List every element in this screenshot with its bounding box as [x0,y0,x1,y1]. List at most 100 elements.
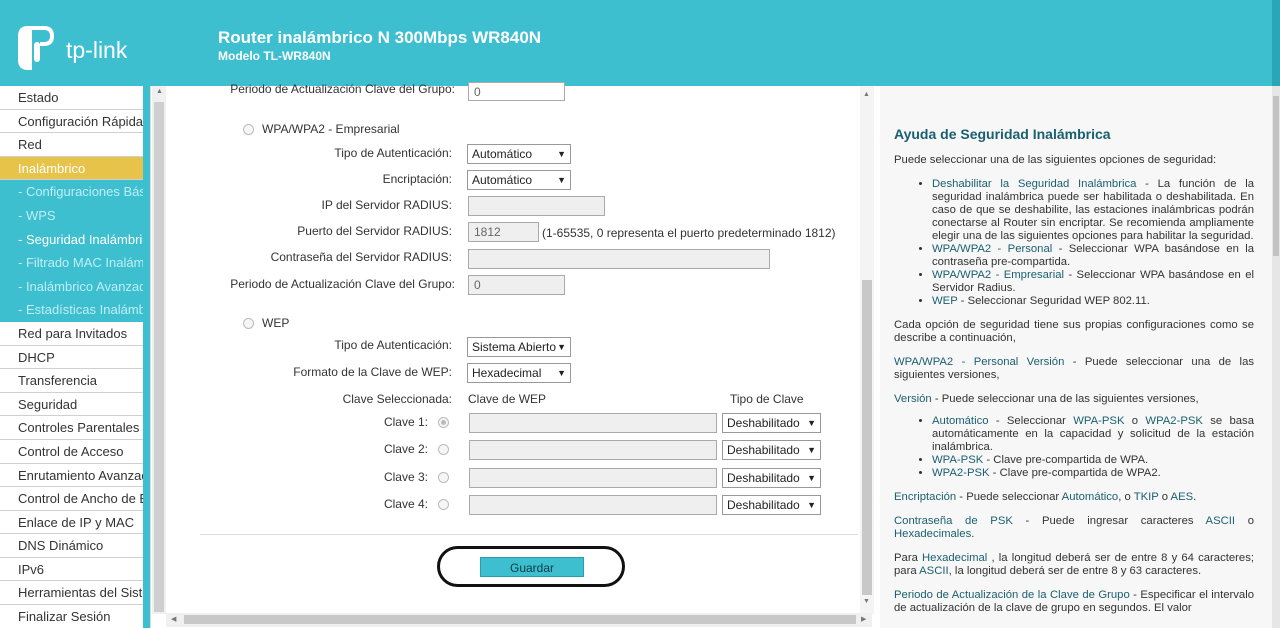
tp-link-logo: tp-link [14,22,154,76]
help-enc-text: - Puede seleccionar [956,491,1062,503]
ent-auth-label: Tipo de Autenticación: [334,146,452,160]
help-item-kw: WPA2-PSK [932,467,990,479]
header-scrollbar[interactable] [1272,0,1280,86]
radius-ip-label: IP del Servidor RADIUS: [321,198,453,212]
sidebar-item-7[interactable]: - Filtrado MAC Inalámbrico [0,251,143,275]
chevron-down-icon: ▼ [807,472,816,483]
scroll-up-icon[interactable]: ▲ [863,91,870,98]
horizontal-scrollbar-thumb[interactable] [184,615,856,624]
help-personal-kw: WPA/WPA2 - Personal Versión [894,356,1065,368]
help-scrollbar-thumb[interactable] [1273,96,1279,256]
wep-key-radio[interactable] [438,498,449,510]
radius-pass-label: Contraseña del Servidor RADIUS: [270,250,452,264]
help-item-mid2: o [1124,415,1146,427]
ent-enc-select[interactable]: Automático ▼ [467,170,571,190]
wep-key-type-select[interactable]: Deshabilitado ▼ [722,494,821,515]
wep-key-type-select[interactable]: Deshabilitado ▼ [722,467,821,488]
sidebar-item-16[interactable]: Enrutamiento Avanzado [0,463,143,488]
sidebar-item-1[interactable]: Configuración Rápida [0,109,143,134]
sidebar-item-22[interactable]: Finalizar Sesión [0,605,143,628]
sidebar-item-20[interactable]: IPv6 [0,557,143,582]
radio-wep[interactable] [243,318,254,329]
radio-enterprise[interactable] [243,124,254,135]
divider [200,534,858,535]
help-enc-end: . [1193,491,1197,503]
help-list-item: WEP - Seleccionar Seguridad WEP 802.11. [932,295,1254,308]
help-panel: Ayuda de Seguridad Inalámbrica Puede sel… [880,86,1272,628]
sidebar-item-18[interactable]: Enlace de IP y MAC [0,510,143,535]
scroll-down-icon[interactable]: ▼ [863,598,870,605]
help-item-kw: WPA/WPA2 - Empresarial [932,269,1065,281]
logo-text: tp-link [66,37,128,63]
sidebar-item-2[interactable]: Red [0,133,143,157]
help-psk-end: . [971,528,975,540]
sidebar-item-17[interactable]: Control de Ancho de Banda [0,487,143,511]
radius-ip-input[interactable] [468,196,605,216]
help-item-kw: WPA-PSK [932,454,984,466]
sidebar-item-11[interactable]: DHCP [0,345,143,370]
sidebar-item-0[interactable]: Estado [0,86,143,110]
help-psk-mid: o [1235,515,1254,527]
content-scrollbar-thumb[interactable] [862,280,872,595]
scroll-up-icon[interactable]: ▲ [156,88,163,95]
sidebar-item-14[interactable]: Controles Parentales [0,416,143,440]
wep-format-label: Formato de la Clave de WEP: [293,365,452,379]
help-item-kw3: WPA2-PSK [1145,415,1203,427]
help-options-list: Deshabilitar la Seguridad Inalámbrica - … [894,178,1254,308]
wep-key-input[interactable] [469,494,717,515]
menu-list: Estado Configuración Rápida Red Inalámbrico… [0,86,143,628]
sidebar-item-5[interactable]: - WPS [0,203,143,228]
enterprise-title: WPA/WPA2 - Empresarial [262,122,400,136]
help-list-item: Deshabilitar la Seguridad Inalámbrica - … [932,178,1254,243]
radius-port-input[interactable]: 1812 [468,222,539,242]
help-list-item: WPA/WPA2 - Personal - Seleccionar WPA ba… [932,243,1254,269]
sidebar-item-3[interactable]: Inalámbrico [0,156,143,181]
help-list-item: WPA-PSK - Clave pre-compartida de WPA. [932,454,1254,467]
help-list-item: WPA2-PSK - Clave pre-compartida de WPA2. [932,467,1254,480]
wep-format-select[interactable]: Hexadecimal ▼ [467,363,571,383]
group-update-input-top[interactable]: 0 [468,82,565,101]
wep-key-column: Clave de WEP [468,392,547,406]
help-title: Ayuda de Seguridad Inalámbrica [894,126,1111,142]
wep-key-type-select[interactable]: Deshabilitado ▼ [722,440,821,461]
ent-group-input[interactable]: 0 [468,275,565,295]
wep-key-type-select[interactable]: Deshabilitado ▼ [722,413,821,433]
help-period-kw: Periodo de Actualización de la Clave de … [894,589,1130,601]
wep-key-input[interactable] [469,440,717,461]
wep-auth-value: Sistema Abierto [472,340,557,354]
sidebar-item-4[interactable]: - Configuraciones Básicas [0,180,143,204]
sidebar-item-10[interactable]: Red para Invitados [0,321,143,346]
ent-group-label: Periodo de Actualización Clave del Grupo… [230,277,455,291]
help-intro: Puede seleccionar una de las siguientes … [894,154,1217,166]
sidebar-item-19[interactable]: DNS Dinámico [0,534,143,558]
wep-key-type-value: Deshabilitado [727,416,800,430]
wep-key-type-value: Deshabilitado [727,443,800,458]
ent-auth-select[interactable]: Automático ▼ [467,144,571,164]
chevron-down-icon: ▼ [557,342,566,352]
sidebar-item-8[interactable]: - Inalámbrico Avanzado [0,274,143,299]
sidebar-item-6[interactable]: - Seguridad Inalámbrica [0,227,143,252]
wep-auth-select[interactable]: Sistema Abierto ▼ [467,337,571,357]
save-button[interactable]: Guardar [480,557,584,577]
sidebar-item-12[interactable]: Transferencia [0,369,143,393]
scroll-left-icon[interactable]: ◀ [171,615,176,623]
sidebar-item-9[interactable]: - Estadísticas Inalámbricas [0,298,143,322]
chevron-down-icon: ▼ [557,149,566,159]
wep-auth-label: Tipo de Autenticación: [334,338,452,352]
help-item-kw: WEP [932,295,958,307]
sidebar-item-21[interactable]: Herramientas del Sistema [0,581,143,606]
wep-key-radio[interactable] [438,471,449,483]
outer-scrollbar-thumb[interactable] [154,102,164,612]
radius-pass-input[interactable] [468,249,770,269]
wep-key-radio[interactable] [438,417,449,428]
wep-key-input[interactable] [469,467,717,488]
scroll-right-icon[interactable]: ▶ [861,615,866,623]
help-body: Puede seleccionar una de las siguientes … [894,154,1254,626]
chevron-down-icon: ▼ [557,368,566,378]
help-item-kw2: WPA-PSK [1073,415,1125,427]
help-personal: WPA/WPA2 - Personal Versión - Puede sele… [894,356,1254,382]
help-enc-opt2: TKIP [1133,491,1159,503]
wep-key-input[interactable] [469,413,717,433]
sidebar-item-15[interactable]: Control de Acceso [0,439,143,464]
sidebar-item-13[interactable]: Seguridad [0,392,143,417]
